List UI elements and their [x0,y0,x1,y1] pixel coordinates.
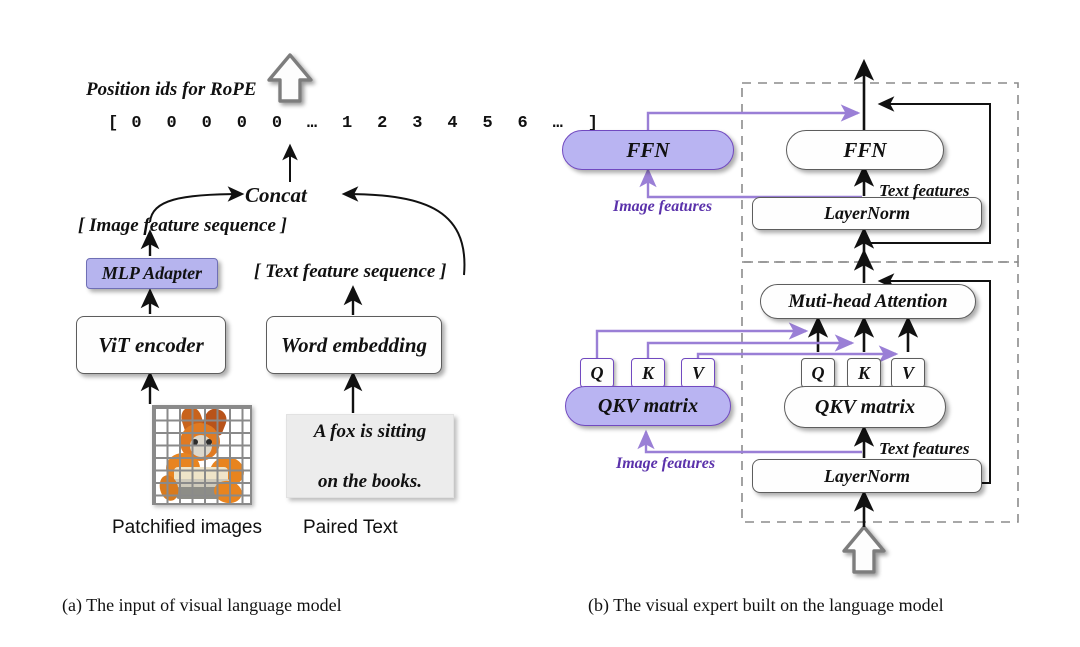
layernorm-lower-node[interactable]: LayerNorm [752,459,982,493]
figure-root: Position ids for RoPE [ 0 0 0 0 0 … 1 2 … [0,0,1080,647]
k-text-label: K [857,362,870,383]
qkv-text-node[interactable]: QKV matrix [784,386,946,428]
layernorm-lower-label: LayerNorm [824,465,910,486]
k-visual-box[interactable]: K [631,358,665,388]
image-feature-sequence-label: [ Image feature sequence ] [78,215,287,236]
patchified-fox-image [152,405,252,505]
position-ids-sequence: [ 0 0 0 0 0 … 1 2 3 4 5 6 … ] [108,114,600,133]
v-visual-box[interactable]: V [681,358,715,388]
paired-text-card: A fox is sitting on the books. [286,414,454,498]
image-features-upper-label: Image features [613,198,713,215]
panel-a-caption: (a) The input of visual language model [62,595,342,615]
q-text-box[interactable]: Q [801,358,835,388]
v-visual-label: V [691,362,704,383]
text-features-lower-label: Text features [879,439,970,458]
v-text-label: V [901,362,914,383]
text-features-upper-label: Text features [879,181,970,200]
panel-b-caption: (b) The visual expert built on the langu… [588,595,944,615]
q-text-label: Q [811,362,825,383]
panel-b-input-arrow-icon [842,525,886,574]
flow-k-visual-to-attention [646,334,855,358]
k-visual-label: K [641,362,654,383]
word-embedding-node[interactable]: Word embedding [266,316,442,374]
mlp-adapter-node[interactable]: MLP Adapter [86,258,218,289]
paired-text-content: A fox is sitting on the books. [314,419,426,494]
vit-encoder-label: ViT encoder [98,332,204,357]
attention-node[interactable]: Muti-head Attention [760,284,976,319]
ffn-visual-node[interactable]: FFN [562,130,734,170]
vit-encoder-node[interactable]: ViT encoder [76,316,226,374]
ffn-visual-label: FFN [626,137,670,162]
attention-label: Muti-head Attention [788,290,948,312]
patchified-images-caption: Patchified images [112,517,262,538]
mlp-adapter-label: MLP Adapter [101,263,203,283]
position-ids-label: Position ids for RoPE [86,79,257,100]
dashed-block-upper [741,82,1019,263]
q-visual-label: Q [590,362,604,383]
image-features-lower-label: Image features [616,455,716,472]
paired-text-line-2: on the books. [317,470,422,492]
paired-text-line-1: A fox is sitting [313,420,427,442]
panel-a-output-arrow-icon [267,53,313,103]
word-embedding-label: Word embedding [280,332,428,357]
qkv-visual-label: QKV matrix [597,394,699,417]
qkv-text-label: QKV matrix [814,395,916,418]
layernorm-upper-node[interactable]: LayerNorm [752,197,982,230]
q-visual-box[interactable]: Q [580,358,614,388]
concat-label: Concat [245,183,307,207]
flow-image-features-to-qkv-visual [637,429,862,454]
ffn-text-node[interactable]: FFN [786,130,944,170]
text-feature-sequence-label: [ Text feature sequence ] [254,261,447,282]
ffn-text-label: FFN [843,137,887,162]
layernorm-upper-label: LayerNorm [824,203,910,223]
flow-image-features-to-ffn-visual [639,167,862,199]
k-text-box[interactable]: K [847,358,881,388]
paired-text-caption: Paired Text [303,517,398,538]
v-text-box[interactable]: V [891,358,925,388]
patch-grid-overlay [152,405,252,505]
qkv-visual-node[interactable]: QKV matrix [565,386,731,426]
flow-ffn-visual-to-output [646,104,861,131]
